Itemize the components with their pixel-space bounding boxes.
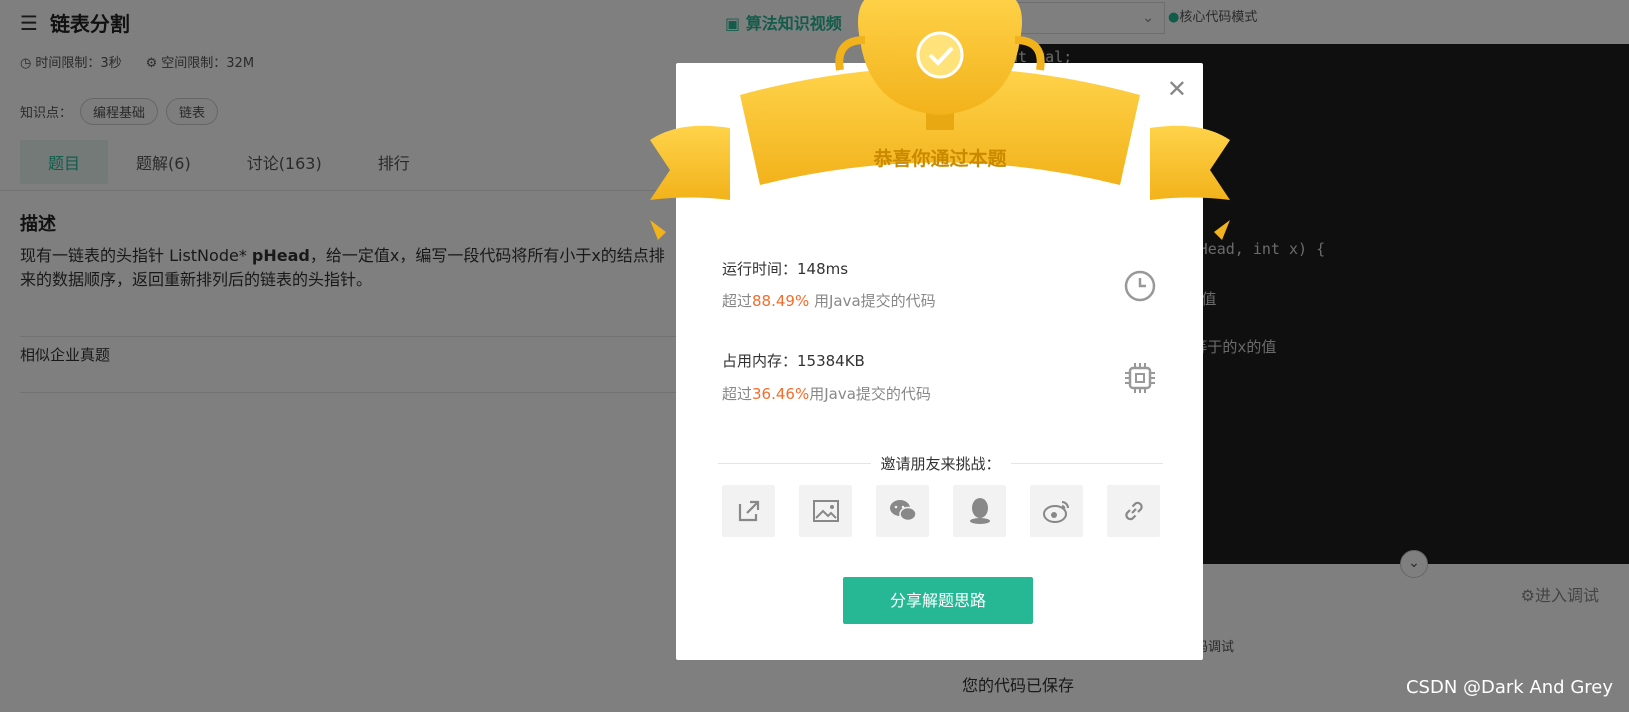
link-icon[interactable] xyxy=(1107,485,1160,537)
runtime-percent: 88.49% xyxy=(752,292,810,310)
runtime-label: 运行时间：148ms xyxy=(722,260,849,278)
chip-icon xyxy=(1123,361,1157,395)
memory-prefix: 超过 xyxy=(722,385,753,403)
invite-row: 邀请朋友来挑战： xyxy=(718,453,1164,474)
runtime-sub: 超过88.49% 用Java提交的代码 xyxy=(722,290,936,311)
divider xyxy=(1010,463,1164,464)
share-solution-button[interactable]: 分享解题思路 xyxy=(843,577,1033,624)
success-modal: ✕ 运行时间：148ms 超过88.49% 用Java提交的代码 占用内存：15… xyxy=(676,63,1203,660)
memory-label: 占用内存：15384KB xyxy=(722,352,865,370)
runtime-suffix: 用Java提交的代码 xyxy=(809,292,936,310)
memory-suffix: 用Java提交的代码 xyxy=(809,385,931,403)
divider xyxy=(718,463,871,464)
watermark: CSDN @Dark And Grey xyxy=(1405,677,1613,698)
image-icon[interactable] xyxy=(799,485,852,537)
clock-icon xyxy=(1123,269,1157,303)
memory-percent: 36.46% xyxy=(752,385,810,403)
weibo-icon[interactable] xyxy=(1030,485,1083,537)
share-icons xyxy=(722,485,1160,537)
runtime-prefix: 超过 xyxy=(722,292,753,310)
share-icon[interactable] xyxy=(722,485,775,537)
qq-icon[interactable] xyxy=(953,485,1006,537)
close-icon[interactable]: ✕ xyxy=(1167,75,1187,103)
invite-text: 邀请朋友来挑战： xyxy=(880,455,1001,473)
memory-sub: 超过36.46%用Java提交的代码 xyxy=(722,383,931,404)
wechat-icon[interactable] xyxy=(876,485,929,537)
